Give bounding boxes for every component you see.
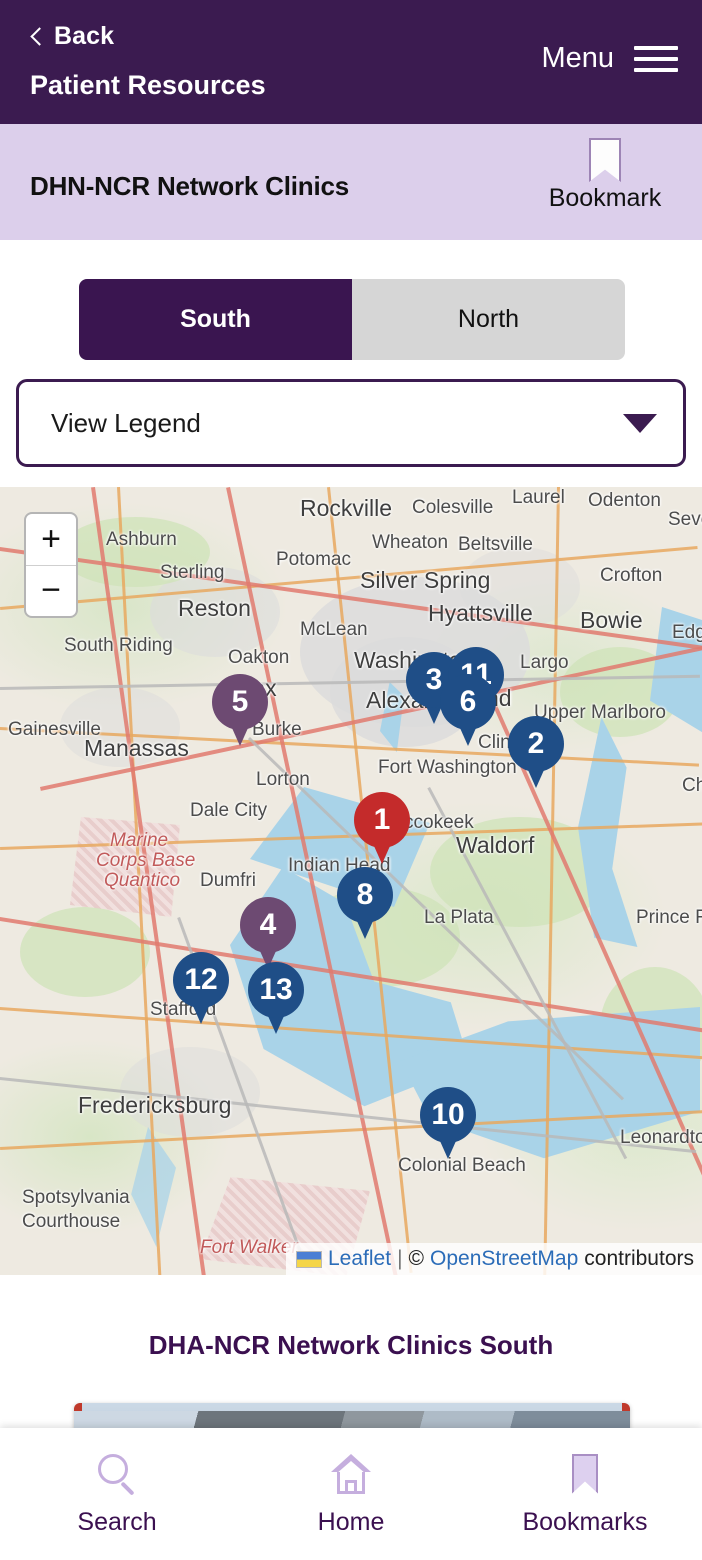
- nav-item-bookmarks[interactable]: Bookmarks: [468, 1428, 702, 1560]
- map-label: Ch: [682, 775, 702, 796]
- map-marker-number: 13: [259, 973, 293, 1006]
- map-label: Manassas: [84, 735, 189, 761]
- map-label: McLean: [300, 619, 368, 640]
- map-marker-number: 5: [231, 685, 249, 718]
- map-zoom-controls[interactable]: + −: [24, 512, 78, 618]
- copyright-symbol: ©: [408, 1247, 425, 1270]
- leaflet-link[interactable]: Leaflet: [328, 1247, 391, 1271]
- map-marker-1[interactable]: 1: [354, 792, 410, 864]
- nav-label-home: Home: [317, 1507, 385, 1536]
- map-label: Marine: [110, 830, 169, 851]
- tab-north[interactable]: North: [352, 279, 625, 360]
- map-label: Hyattsville: [428, 600, 533, 626]
- map-label: Wheaton: [372, 532, 449, 553]
- map-label: Beltsville: [458, 534, 533, 555]
- map-marker-2[interactable]: 2: [508, 716, 564, 788]
- chevron-left-icon: [30, 26, 43, 48]
- map-label: Fredericksburg: [78, 1092, 232, 1118]
- map-label: Sterling: [160, 562, 225, 583]
- zoom-in-button[interactable]: +: [26, 514, 76, 566]
- back-button-label: Back: [54, 22, 115, 50]
- map-label: Largo: [520, 652, 569, 673]
- map-label: Waldorf: [456, 832, 535, 858]
- map-label: Rockville: [300, 495, 393, 521]
- map-label: Lorton: [256, 769, 310, 790]
- map-marker-5[interactable]: 5: [212, 674, 268, 746]
- map-marker-number: 12: [184, 963, 218, 996]
- back-button[interactable]: Back: [30, 22, 114, 51]
- bookmark-icon: [562, 1452, 608, 1498]
- page-title: Patient Resources: [30, 70, 266, 100]
- app-root: Back Patient Resources Menu DHN-NCR Netw…: [0, 0, 702, 1560]
- map-label: Bowie: [580, 607, 643, 633]
- home-icon: [328, 1452, 374, 1498]
- map-label: Spotsylvania: [22, 1187, 130, 1208]
- map-label: Odenton: [588, 490, 661, 511]
- map-marker-number: 4: [259, 908, 277, 941]
- hamburger-menu-icon[interactable]: [634, 43, 678, 75]
- bookmark-ribbon-icon: [589, 138, 621, 182]
- sub-header-title: DHN-NCR Network Clinics: [30, 171, 349, 201]
- map-marker-12[interactable]: 12: [173, 952, 229, 1024]
- map-label: South Riding: [64, 635, 173, 656]
- map-marker-number: 10: [431, 1098, 465, 1131]
- map-label: Leonardtow: [620, 1127, 702, 1148]
- nav-label-bookmarks: Bookmarks: [522, 1507, 648, 1536]
- top-header: Back Patient Resources Menu: [0, 0, 702, 124]
- map-marker-8[interactable]: 8: [337, 867, 393, 939]
- region-tabs: South North: [79, 279, 625, 360]
- map-label: Edg: [672, 622, 702, 643]
- bookmark-button-label: Bookmark: [548, 184, 662, 212]
- map-label: Potomac: [276, 549, 351, 570]
- map-label: Colesville: [412, 497, 494, 518]
- view-legend-select[interactable]: View Legend: [16, 379, 686, 467]
- attribution-separator: |: [397, 1247, 403, 1270]
- sub-header: DHN-NCR Network Clinics Bookmark: [0, 124, 702, 240]
- zoom-out-button[interactable]: −: [26, 566, 76, 617]
- contributors-text: contributors: [584, 1247, 694, 1270]
- map-label: Corps Base: [96, 850, 196, 871]
- menu-button[interactable]: Menu: [541, 42, 678, 75]
- map-label: Seve: [668, 509, 702, 530]
- map-marker-number: 2: [527, 727, 545, 760]
- map-marker-number: 8: [356, 878, 374, 911]
- map-label: Dale City: [190, 800, 268, 821]
- map-label: Fort Walker: [200, 1237, 298, 1258]
- map-label: Dumfri: [200, 870, 256, 891]
- clinic-map[interactable]: + − Rockville Colesville Laurel Odenton Seve…: [0, 487, 702, 1275]
- tab-south[interactable]: South: [79, 279, 352, 360]
- map-label: Quantico: [104, 870, 181, 891]
- map-label: Reston: [178, 595, 251, 621]
- map-marker-6[interactable]: 6: [440, 674, 496, 746]
- map-marker-13[interactable]: 13: [248, 962, 304, 1034]
- bottom-navigation: Search Home Bookmarks: [0, 1428, 702, 1560]
- map-label: Laurel: [512, 487, 565, 508]
- map-label: Silver Spring: [360, 567, 491, 593]
- map-label: Ashburn: [106, 529, 177, 550]
- ukraine-flag-icon: [296, 1250, 322, 1268]
- map-label: ccokeek: [404, 812, 474, 833]
- map-label: Fort Washington: [378, 757, 517, 778]
- search-icon: [94, 1452, 140, 1498]
- map-attribution: Leaflet | © OpenStreetMap contributors: [286, 1243, 702, 1275]
- bookmark-button[interactable]: Bookmark: [530, 138, 680, 213]
- chevron-down-icon[interactable]: [623, 413, 657, 433]
- map-marker-10[interactable]: 10: [420, 1087, 476, 1159]
- nav-item-home[interactable]: Home: [234, 1428, 468, 1560]
- menu-button-label: Menu: [541, 42, 614, 74]
- nav-item-search[interactable]: Search: [0, 1428, 234, 1560]
- map-marker-number: 6: [459, 685, 477, 718]
- section-title: DHA-NCR Network Clinics South: [148, 1330, 554, 1360]
- view-legend-value: View Legend: [51, 407, 201, 438]
- nav-label-search: Search: [77, 1507, 157, 1536]
- map-label: La Plata: [424, 907, 494, 928]
- map-label: Courthouse: [22, 1211, 121, 1232]
- map-marker-number: 1: [373, 803, 391, 836]
- map-label: Oakton: [228, 647, 290, 668]
- map-marker-4[interactable]: 4: [240, 897, 296, 969]
- map-label: Crofton: [600, 565, 663, 586]
- openstreetmap-link[interactable]: OpenStreetMap: [430, 1247, 578, 1271]
- map-label: Prince Fr: [636, 907, 702, 928]
